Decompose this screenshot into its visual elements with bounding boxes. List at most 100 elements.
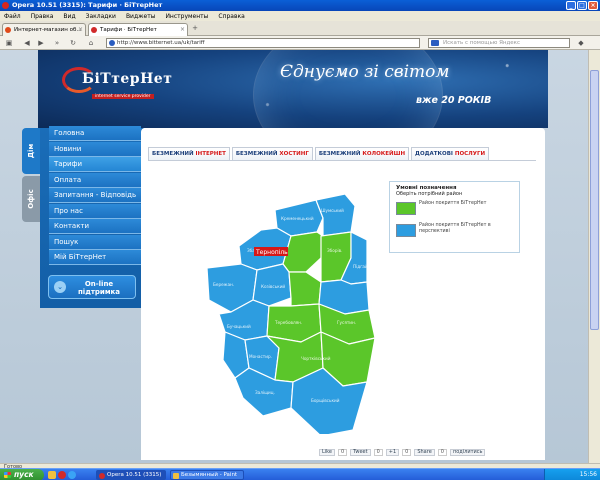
svg-text:Зборів.: Зборів. <box>327 248 342 253</box>
service-tabs: БЕЗМЕЖНИЙ ІНТЕРНЕТ БЕЗМЕЖНИЙ ХОСТИНГ БЕЗ… <box>148 147 490 161</box>
svg-text:Борщівський: Борщівський <box>311 398 340 403</box>
tab-unlimited-colocation[interactable]: БЕЗМЕЖНИЙ КОЛОКЕЙШН <box>314 147 410 161</box>
nav-item-faq[interactable]: Запитання - Відповідь <box>49 188 141 203</box>
legend-planned: Район покриття БіТтерНет в перспективі <box>396 223 513 245</box>
menu-item-tools[interactable]: Инструменты <box>165 13 208 20</box>
extensions-icon[interactable]: ◆ <box>576 38 586 48</box>
windows-taskbar: пуск Opera 10.51 (3315) Безымянный - Pai… <box>0 468 600 480</box>
site-header: БіТтерНет internet service provider Єдну… <box>38 50 548 128</box>
panels-icon[interactable]: ▣ <box>4 38 14 48</box>
menu-item-bookmarks[interactable]: Закладки <box>86 13 116 20</box>
tab-divider <box>148 160 536 161</box>
gplus-count: 0 <box>402 449 412 456</box>
city-label: Тернопіль <box>255 249 288 256</box>
start-button[interactable]: пуск <box>0 469 44 480</box>
window-titlebar: Opera 10.51 (3315): Тарифи · БіТтерНет _… <box>0 0 600 11</box>
clock: 15:56 <box>579 471 597 478</box>
scrollbar-thumb[interactable] <box>590 70 599 330</box>
forward-icon[interactable]: ▶ <box>36 38 46 48</box>
nav-item-payment[interactable]: Оплата <box>49 172 141 188</box>
window-controls: _ □ × <box>566 1 598 10</box>
nav-item-tariffs[interactable]: Тарифи <box>49 157 141 172</box>
svg-text:Підгайц.: Підгайц. <box>353 264 372 269</box>
menu-item-widgets[interactable]: Виджеты <box>126 13 156 20</box>
fast-forward-icon[interactable]: » <box>52 38 62 48</box>
svg-text:Кременецький: Кременецький <box>281 216 314 221</box>
quicklaunch-browser-icon[interactable] <box>68 471 76 479</box>
back-icon[interactable]: ◀ <box>22 38 32 48</box>
map-legend: Умовні позначення Оберіть потрібний райо… <box>389 181 520 253</box>
menu-bar: Файл Правка Вид Закладки Виджеты Инструм… <box>0 11 600 21</box>
tab-unlimited-internet[interactable]: БЕЗМЕЖНИЙ ІНТЕРНЕТ <box>148 147 230 161</box>
nav-item-contacts[interactable]: Контакти <box>49 219 141 234</box>
svg-text:Бучацький: Бучацький <box>227 324 251 329</box>
svg-text:Теребовлян.: Теребовлян. <box>274 320 302 325</box>
slogan-years: вже 20 РОКІВ <box>416 95 492 106</box>
address-field[interactable]: http://www.bitternet.ua/uk/tariff <box>106 38 420 48</box>
browser-tab-tariffs[interactable]: Тарифи · БіТтерНет × <box>88 23 188 36</box>
main-content: БЕЗМЕЖНИЙ ІНТЕРНЕТ БЕЗМЕЖНИЙ ХОСТИНГ БЕЗ… <box>141 128 545 460</box>
address-toolbar: ▣ ◀ ▶ » ↻ ⌂ http://www.bitternet.ua/uk/t… <box>0 36 600 50</box>
legend-covered: Район покриття БіТтерНет <box>396 201 513 223</box>
city-marker[interactable]: Тернопіль <box>254 247 288 256</box>
site-info-icon <box>109 40 115 46</box>
home-icon[interactable]: ⌂ <box>86 38 96 48</box>
menu-item-file[interactable]: Файл <box>4 13 21 20</box>
map-district-green[interactable] <box>288 271 322 307</box>
opera-icon <box>99 473 105 479</box>
svg-text:Козівський: Козівський <box>261 284 285 289</box>
reload-icon[interactable]: ↻ <box>68 38 78 48</box>
share-more-button[interactable]: поділитись <box>449 449 486 456</box>
quicklaunch-opera-icon[interactable] <box>58 471 66 479</box>
close-tab-icon[interactable]: × <box>180 24 185 36</box>
svg-text:Монастир.: Монастир. <box>249 354 272 359</box>
taskbar-item-opera[interactable]: Opera 10.51 (3315) <box>96 470 166 480</box>
chevron-down-icon: ⌄ <box>54 281 66 293</box>
slogan: Єднуємо зі світом <box>280 62 450 82</box>
maximize-button[interactable]: □ <box>577 1 587 10</box>
sidebar-nav: Головна Новини Тарифи Оплата Запитання -… <box>49 126 141 266</box>
tweet-count: 0 <box>373 449 383 456</box>
nav-item-my-account[interactable]: Мій БіТтерНет <box>49 250 141 265</box>
svg-text:Шумський: Шумський <box>321 208 344 213</box>
site-logo[interactable]: БіТтерНет internet service provider <box>62 63 172 103</box>
close-button[interactable]: × <box>588 1 598 10</box>
opera-icon <box>2 2 9 9</box>
share-bar: Like 0 Tweet 0 +1 0 Share 0 поділитись <box>319 449 486 456</box>
vertical-scrollbar[interactable] <box>588 50 600 463</box>
system-tray: 15:56 <box>544 469 600 480</box>
menu-item-edit[interactable]: Правка <box>31 13 54 20</box>
tweet-button[interactable]: Tweet <box>350 449 371 456</box>
new-tab-icon[interactable]: + <box>190 23 200 33</box>
online-support-button[interactable]: ⌄ On-line підтримка <box>48 275 136 299</box>
close-tab-icon[interactable]: × <box>78 24 83 36</box>
svg-text:Заліщиц.: Заліщиц. <box>255 390 275 395</box>
facebook-like-button[interactable]: Like <box>319 449 335 456</box>
legend-swatch-green <box>396 202 416 215</box>
menu-item-help[interactable]: Справка <box>218 13 244 20</box>
linkedin-share-button[interactable]: Share <box>414 449 435 456</box>
search-field[interactable]: Искать с помощью Яндекс <box>428 38 570 48</box>
minimize-button[interactable]: _ <box>566 1 576 10</box>
quicklaunch-folder-icon[interactable] <box>48 471 56 479</box>
tab-additional-services[interactable]: ДОДАТКОВІ ПОСЛУГИ <box>411 147 490 161</box>
tab-unlimited-hosting[interactable]: БЕЗМЕЖНИЙ ХОСТИНГ <box>231 147 313 161</box>
nav-item-about[interactable]: Про нас <box>49 203 141 219</box>
map-district-blue[interactable] <box>315 193 356 237</box>
side-tab-home[interactable]: Дім <box>22 128 40 174</box>
svg-text:Гусятин.: Гусятин. <box>337 320 356 325</box>
browser-tab-bar: Интернет-магазин об... × Тарифи · БіТтер… <box>0 21 600 36</box>
browser-tab-shop[interactable]: Интернет-магазин об... × <box>2 23 86 36</box>
bitternet-favicon-icon <box>91 27 97 33</box>
nav-item-search[interactable]: Пошук <box>49 234 141 250</box>
paint-icon <box>173 473 179 479</box>
side-tab-office[interactable]: Офіс <box>22 176 40 222</box>
search-engine-icon <box>431 40 439 46</box>
windows-flag-icon <box>4 472 11 478</box>
google-plus-button[interactable]: +1 <box>385 449 400 456</box>
svg-text:Чортківський: Чортківський <box>301 356 331 361</box>
nav-item-home[interactable]: Головна <box>49 126 141 141</box>
nav-item-news[interactable]: Новини <box>49 141 141 157</box>
taskbar-item-paint[interactable]: Безымянный - Paint <box>170 470 244 480</box>
menu-item-view[interactable]: Вид <box>63 13 75 20</box>
